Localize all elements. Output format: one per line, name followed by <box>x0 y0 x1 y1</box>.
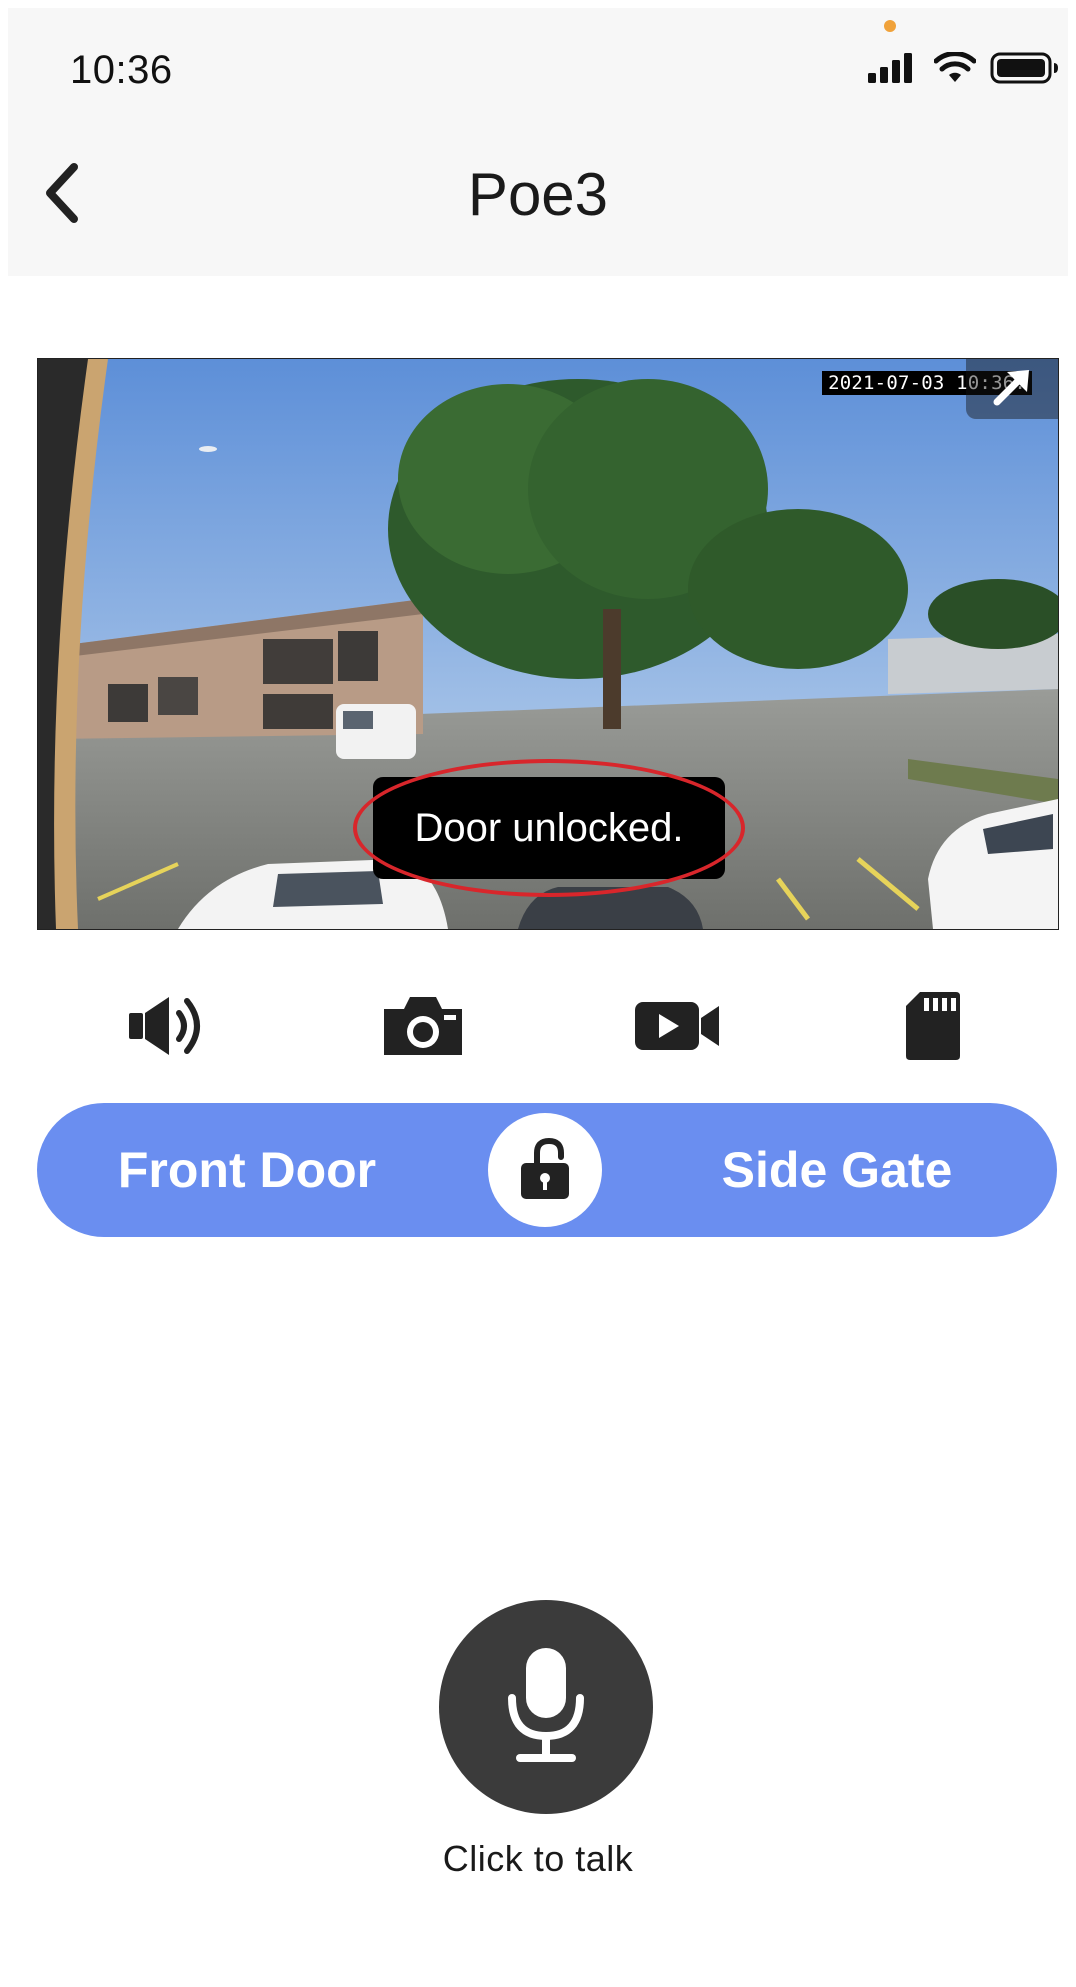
sd-card-button[interactable] <box>878 983 988 1073</box>
talk-label: Click to talk <box>442 1838 634 1879</box>
expand-arrow-icon <box>989 364 1035 415</box>
status-icons <box>868 51 1060 89</box>
camera-icon <box>380 993 466 1064</box>
speaker-icon <box>125 991 211 1066</box>
door-lock-bar: Front Door Side Gate <box>37 1103 1057 1237</box>
speaker-button[interactable] <box>113 983 223 1073</box>
app-screen: 10:36 Poe3 2021-07-03 10:36: Door unlock… <box>8 8 1068 1987</box>
privacy-indicator-dot <box>884 20 896 32</box>
front-door-label: Front Door <box>117 1142 377 1198</box>
page-title: Poe3 <box>467 161 609 228</box>
top-bar: 10:36 Poe3 <box>8 8 1068 276</box>
side-gate-label: Side Gate <box>721 1142 953 1198</box>
video-record-icon <box>633 998 723 1059</box>
wifi-icon <box>933 51 977 89</box>
status-time: 10:36 <box>70 48 173 92</box>
record-video-button[interactable] <box>623 983 733 1073</box>
lock-toggle-button[interactable] <box>488 1113 602 1227</box>
unlock-icon <box>517 1135 573 1206</box>
video-controls <box>8 983 1068 1073</box>
snapshot-button[interactable] <box>368 983 478 1073</box>
camera-live-view[interactable]: 2021-07-03 10:36: Door unlocked. <box>37 358 1059 930</box>
battery-icon <box>990 52 1060 89</box>
fullscreen-button[interactable] <box>966 359 1058 419</box>
toast-highlight-circle <box>353 759 745 897</box>
talk-button[interactable] <box>439 1600 653 1814</box>
side-gate-button[interactable]: Side Gate <box>667 1103 1007 1237</box>
microphone-icon <box>496 1640 596 1775</box>
front-door-button[interactable]: Front Door <box>77 1103 417 1237</box>
cellular-signal-icon <box>868 53 920 88</box>
sd-card-icon <box>904 990 962 1067</box>
